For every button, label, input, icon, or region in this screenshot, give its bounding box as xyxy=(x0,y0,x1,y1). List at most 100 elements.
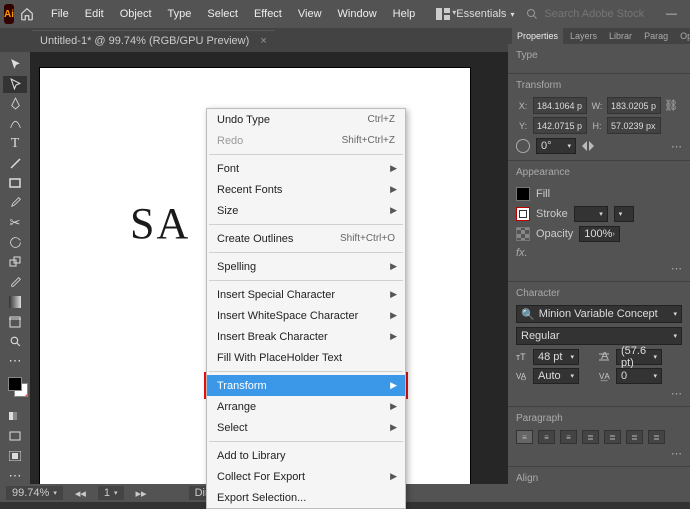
pen-tool[interactable] xyxy=(3,96,27,113)
svg-text:A: A xyxy=(601,352,609,362)
link-wh-icon[interactable]: ⛓ xyxy=(664,99,678,112)
font-size-input[interactable]: 48 pt▾ xyxy=(533,349,579,365)
kerning-input[interactable]: Auto▾ xyxy=(533,368,579,384)
more-options-icon[interactable]: ⋯ xyxy=(671,140,682,153)
angle-input[interactable]: 0°▾ xyxy=(536,138,576,154)
justify-all-button[interactable]: ≣ xyxy=(648,430,665,444)
ctx-arrange[interactable]: Arrange▶ xyxy=(207,396,405,417)
stroke-weight[interactable]: ▾ xyxy=(574,206,608,222)
ctx-insert-break-character[interactable]: Insert Break Character▶ xyxy=(207,326,405,347)
edit-toolbar[interactable]: ⋯ xyxy=(3,467,27,484)
ctx-add-to-library[interactable]: Add to Library xyxy=(207,445,405,466)
menu-window[interactable]: Window xyxy=(331,4,384,24)
ctx-font[interactable]: Font▶ xyxy=(207,158,405,179)
tracking-input[interactable]: 0▾ xyxy=(616,368,662,384)
appearance-more-icon[interactable]: ⋯ xyxy=(516,262,682,275)
menu-effect[interactable]: Effect xyxy=(247,4,289,24)
paragraph-more-icon[interactable]: ⋯ xyxy=(516,447,682,460)
ctx-insert-whitespace-character[interactable]: Insert WhiteSpace Character▶ xyxy=(207,305,405,326)
menu-type[interactable]: Type xyxy=(161,4,199,24)
menu-file[interactable]: File xyxy=(44,4,76,24)
h-input[interactable]: 57.0239 px xyxy=(607,117,661,134)
zoom-tool[interactable] xyxy=(3,333,27,350)
ctx-insert-special-character[interactable]: Insert Special Character▶ xyxy=(207,284,405,305)
ctx-export-selection-[interactable]: Export Selection... xyxy=(207,487,405,508)
stroke-swatch[interactable] xyxy=(516,207,530,221)
gradient-tool[interactable] xyxy=(3,294,27,311)
menu-edit[interactable]: Edit xyxy=(78,4,111,24)
ctx-fill-with-placeholder-text[interactable]: Fill With PlaceHolder Text xyxy=(207,347,405,368)
tab-layers[interactable]: Layers xyxy=(565,28,602,44)
align-left-button[interactable]: ≡ xyxy=(516,430,533,444)
align-center-button[interactable]: ≡ xyxy=(538,430,555,444)
fx-row[interactable]: fx. xyxy=(516,244,682,262)
screen-mode[interactable] xyxy=(3,447,27,464)
ctx-spelling[interactable]: Spelling▶ xyxy=(207,256,405,277)
ctx-collect-for-export[interactable]: Collect For Export▶ xyxy=(207,466,405,487)
color-mode[interactable] xyxy=(3,408,27,425)
menu-object[interactable]: Object xyxy=(113,4,159,24)
color-swatches[interactable] xyxy=(8,377,22,405)
close-tab-icon[interactable]: × xyxy=(260,35,266,47)
workspace-switcher[interactable]: Essentials ▾ xyxy=(456,8,514,20)
artboard-prev[interactable]: ◂◂ xyxy=(75,487,86,500)
curvature-tool[interactable] xyxy=(3,115,27,132)
more-tools[interactable]: ⋯ xyxy=(3,353,27,370)
appearance-header: Appearance xyxy=(516,167,682,178)
selection-tool[interactable] xyxy=(3,56,27,73)
justify-right-button[interactable]: ≣ xyxy=(626,430,643,444)
foreground-swatch[interactable] xyxy=(8,377,22,391)
artboard-tool[interactable] xyxy=(3,313,27,330)
x-input[interactable]: 184.1064 p xyxy=(533,97,587,114)
eyedropper-tool[interactable] xyxy=(3,274,27,291)
leading-input[interactable]: (57.6 pt)▾ xyxy=(616,349,662,365)
rotate-tool[interactable] xyxy=(3,234,27,251)
ctx-redo[interactable]: RedoShift+Ctrl+Z xyxy=(207,130,405,151)
zoom-select[interactable]: 99.74%▾ xyxy=(6,486,63,500)
stroke-style[interactable]: ▾ xyxy=(614,206,634,222)
home-icon[interactable] xyxy=(20,7,34,21)
artboard-next[interactable]: ▸▸ xyxy=(136,487,147,500)
menu-select[interactable]: Select xyxy=(200,4,245,24)
ctx-select[interactable]: Select▶ xyxy=(207,417,405,438)
ctx-recent-fonts[interactable]: Recent Fonts▶ xyxy=(207,179,405,200)
maximize-button[interactable]: □ xyxy=(684,8,690,21)
ctx-undo-type[interactable]: Undo TypeCtrl+Z xyxy=(207,109,405,130)
ctx-transform[interactable]: Transform▶ xyxy=(207,375,405,396)
y-input[interactable]: 142.0715 p xyxy=(533,117,587,134)
fill-swatch[interactable] xyxy=(516,187,530,201)
justify-center-button[interactable]: ≣ xyxy=(604,430,621,444)
document-tab[interactable]: Untitled-1* @ 99.74% (RGB/GPU Preview) × xyxy=(32,30,275,51)
search-input[interactable] xyxy=(544,8,654,20)
text-object[interactable]: SA xyxy=(130,198,190,249)
opacity-input[interactable]: 100%› xyxy=(579,226,619,242)
w-input[interactable]: 183.0205 p xyxy=(607,97,661,114)
font-family-select[interactable]: 🔍Minion Variable Concept▾ xyxy=(516,305,682,323)
tab-properties[interactable]: Properties xyxy=(512,28,563,44)
scissors-tool[interactable]: ✂ xyxy=(3,214,27,231)
font-style-select[interactable]: Regular▾ xyxy=(516,327,682,345)
tab-opentype[interactable]: Open xyxy=(675,28,690,44)
tab-paragraph[interactable]: Parag xyxy=(639,28,673,44)
minimize-button[interactable]: — xyxy=(662,8,680,21)
arrange-docs-icon[interactable]: ▾ xyxy=(436,8,456,20)
menu-view[interactable]: View xyxy=(291,4,329,24)
search-stock[interactable] xyxy=(526,8,654,20)
justify-left-button[interactable]: ≣ xyxy=(582,430,599,444)
opacity-swatch[interactable] xyxy=(516,227,530,241)
paintbrush-tool[interactable] xyxy=(3,195,27,212)
line-tool[interactable] xyxy=(3,155,27,172)
flip-h-icon[interactable] xyxy=(582,141,594,151)
direct-selection-tool[interactable] xyxy=(3,76,27,93)
artboard-select[interactable]: 1▾ xyxy=(98,486,124,500)
tab-libraries[interactable]: Librar xyxy=(604,28,637,44)
ctx-create-outlines[interactable]: Create OutlinesShift+Ctrl+O xyxy=(207,228,405,249)
ctx-size[interactable]: Size▶ xyxy=(207,200,405,221)
character-more-icon[interactable]: ⋯ xyxy=(516,387,682,400)
scale-tool[interactable] xyxy=(3,254,27,271)
draw-mode[interactable] xyxy=(3,428,27,445)
rectangle-tool[interactable] xyxy=(3,175,27,192)
align-right-button[interactable]: ≡ xyxy=(560,430,577,444)
type-tool[interactable]: T xyxy=(3,135,27,152)
menu-help[interactable]: Help xyxy=(386,4,423,24)
